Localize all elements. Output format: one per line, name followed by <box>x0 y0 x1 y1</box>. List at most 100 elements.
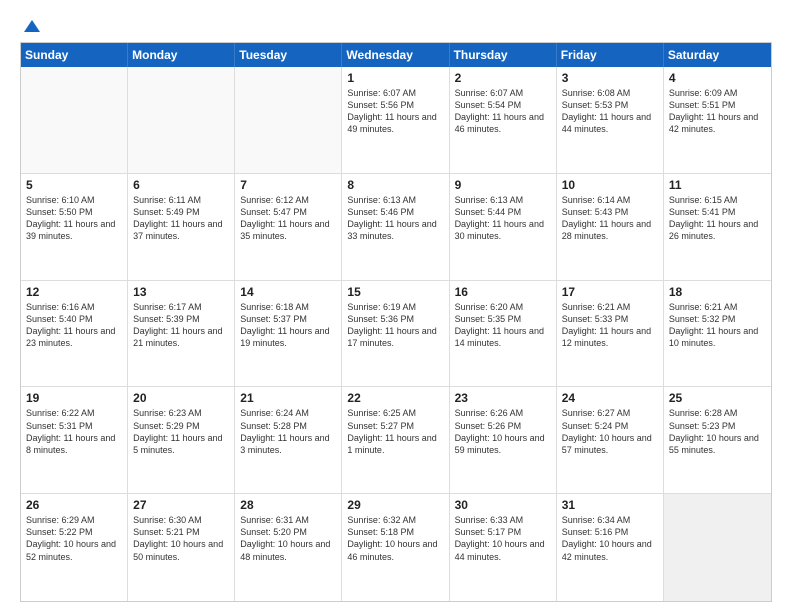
day-number: 9 <box>455 178 551 192</box>
calendar-cell: 26 Sunrise: 6:29 AM Sunset: 5:22 PM Dayli… <box>21 494 128 601</box>
day-number: 31 <box>562 498 658 512</box>
cell-text: Sunrise: 6:16 AM Sunset: 5:40 PM Dayligh… <box>26 301 122 350</box>
calendar-cell: 30Sunrise: 6:33 AM Sunset: 5:17 PM Dayli… <box>450 494 557 601</box>
calendar-row-3: 12 Sunrise: 6:16 AM Sunset: 5:40 PM Dayli… <box>21 281 771 388</box>
day-number: 6 <box>133 178 229 192</box>
calendar-cell: 6 Sunrise: 6:11 AM Sunset: 5:49 PM Daylig… <box>128 174 235 280</box>
calendar-cell: 7Sunrise: 6:12 AM Sunset: 5:47 PM Daylig… <box>235 174 342 280</box>
calendar-cell: 12 Sunrise: 6:16 AM Sunset: 5:40 PM Dayli… <box>21 281 128 387</box>
cell-text: Sunrise: 6:12 AM Sunset: 5:47 PM Dayligh… <box>240 194 336 243</box>
calendar-cell: 16Sunrise: 6:20 AM Sunset: 5:35 PM Dayli… <box>450 281 557 387</box>
calendar-cell: 23 Sunrise: 6:26 AM Sunset: 5:26 PM Dayli… <box>450 387 557 493</box>
calendar-cell: 29 Sunrise: 6:32 AM Sunset: 5:18 PM Dayli… <box>342 494 449 601</box>
cell-text: Sunrise: 6:07 AM Sunset: 5:54 PM Dayligh… <box>455 87 551 136</box>
calendar-cell: 31 Sunrise: 6:34 AM Sunset: 5:16 PM Dayli… <box>557 494 664 601</box>
logo-text <box>20 16 42 36</box>
calendar-cell: 15 Sunrise: 6:19 AM Sunset: 5:36 PM Dayli… <box>342 281 449 387</box>
day-number: 1 <box>347 71 443 85</box>
cell-text: Sunrise: 6:29 AM Sunset: 5:22 PM Dayligh… <box>26 514 122 563</box>
calendar-cell: 18Sunrise: 6:21 AM Sunset: 5:32 PM Dayli… <box>664 281 771 387</box>
cell-text: Sunrise: 6:13 AM Sunset: 5:46 PM Dayligh… <box>347 194 443 243</box>
header-day-tuesday: Tuesday <box>235 43 342 67</box>
day-number: 29 <box>347 498 443 512</box>
header-day-saturday: Saturday <box>664 43 771 67</box>
cell-text: Sunrise: 6:19 AM Sunset: 5:36 PM Dayligh… <box>347 301 443 350</box>
calendar-row-4: 19 Sunrise: 6:22 AM Sunset: 5:31 PM Dayli… <box>21 387 771 494</box>
day-number: 23 <box>455 391 551 405</box>
cell-text: Sunrise: 6:24 AM Sunset: 5:28 PM Dayligh… <box>240 407 336 456</box>
calendar-cell: 20 Sunrise: 6:23 AM Sunset: 5:29 PM Dayli… <box>128 387 235 493</box>
calendar-row-1: 1 Sunrise: 6:07 AM Sunset: 5:56 PM Daylig… <box>21 67 771 174</box>
day-number: 27 <box>133 498 229 512</box>
day-number: 12 <box>26 285 122 299</box>
cell-text: Sunrise: 6:15 AM Sunset: 5:41 PM Dayligh… <box>669 194 766 243</box>
cell-text: Sunrise: 6:13 AM Sunset: 5:44 PM Dayligh… <box>455 194 551 243</box>
calendar-cell: 13 Sunrise: 6:17 AM Sunset: 5:39 PM Dayli… <box>128 281 235 387</box>
calendar-cell: 28 Sunrise: 6:31 AM Sunset: 5:20 PM Dayli… <box>235 494 342 601</box>
calendar-row-5: 26 Sunrise: 6:29 AM Sunset: 5:22 PM Dayli… <box>21 494 771 601</box>
day-number: 20 <box>133 391 229 405</box>
calendar-cell: 24Sunrise: 6:27 AM Sunset: 5:24 PM Dayli… <box>557 387 664 493</box>
logo <box>20 16 42 32</box>
calendar-cell: 19 Sunrise: 6:22 AM Sunset: 5:31 PM Dayli… <box>21 387 128 493</box>
day-number: 16 <box>455 285 551 299</box>
day-number: 24 <box>562 391 658 405</box>
day-number: 17 <box>562 285 658 299</box>
calendar-cell <box>128 67 235 173</box>
cell-text: Sunrise: 6:26 AM Sunset: 5:26 PM Dayligh… <box>455 407 551 456</box>
header-day-friday: Friday <box>557 43 664 67</box>
calendar-cell: 11 Sunrise: 6:15 AM Sunset: 5:41 PM Dayli… <box>664 174 771 280</box>
cell-text: Sunrise: 6:30 AM Sunset: 5:21 PM Dayligh… <box>133 514 229 563</box>
day-number: 19 <box>26 391 122 405</box>
day-number: 4 <box>669 71 766 85</box>
calendar-cell: 27 Sunrise: 6:30 AM Sunset: 5:21 PM Dayli… <box>128 494 235 601</box>
calendar-cell: 25Sunrise: 6:28 AM Sunset: 5:23 PM Dayli… <box>664 387 771 493</box>
day-number: 26 <box>26 498 122 512</box>
day-number: 22 <box>347 391 443 405</box>
day-number: 25 <box>669 391 766 405</box>
calendar-cell: 3Sunrise: 6:08 AM Sunset: 5:53 PM Daylig… <box>557 67 664 173</box>
calendar-cell <box>235 67 342 173</box>
day-number: 30 <box>455 498 551 512</box>
cell-text: Sunrise: 6:32 AM Sunset: 5:18 PM Dayligh… <box>347 514 443 563</box>
cell-text: Sunrise: 6:22 AM Sunset: 5:31 PM Dayligh… <box>26 407 122 456</box>
day-number: 11 <box>669 178 766 192</box>
calendar-row-2: 5 Sunrise: 6:10 AM Sunset: 5:50 PM Daylig… <box>21 174 771 281</box>
header-day-sunday: Sunday <box>21 43 128 67</box>
cell-text: Sunrise: 6:21 AM Sunset: 5:33 PM Dayligh… <box>562 301 658 350</box>
calendar-cell: 10Sunrise: 6:14 AM Sunset: 5:43 PM Dayli… <box>557 174 664 280</box>
cell-text: Sunrise: 6:31 AM Sunset: 5:20 PM Dayligh… <box>240 514 336 563</box>
calendar-cell: 21Sunrise: 6:24 AM Sunset: 5:28 PM Dayli… <box>235 387 342 493</box>
day-number: 13 <box>133 285 229 299</box>
cell-text: Sunrise: 6:07 AM Sunset: 5:56 PM Dayligh… <box>347 87 443 136</box>
cell-text: Sunrise: 6:11 AM Sunset: 5:49 PM Dayligh… <box>133 194 229 243</box>
cell-text: Sunrise: 6:18 AM Sunset: 5:37 PM Dayligh… <box>240 301 336 350</box>
calendar-cell: 17 Sunrise: 6:21 AM Sunset: 5:33 PM Dayli… <box>557 281 664 387</box>
day-number: 8 <box>347 178 443 192</box>
cell-text: Sunrise: 6:34 AM Sunset: 5:16 PM Dayligh… <box>562 514 658 563</box>
header-day-monday: Monday <box>128 43 235 67</box>
calendar-cell: 1 Sunrise: 6:07 AM Sunset: 5:56 PM Daylig… <box>342 67 449 173</box>
calendar-body: 1 Sunrise: 6:07 AM Sunset: 5:56 PM Daylig… <box>21 67 771 601</box>
logo-icon <box>22 16 42 36</box>
calendar-cell <box>664 494 771 601</box>
day-number: 28 <box>240 498 336 512</box>
day-number: 14 <box>240 285 336 299</box>
day-number: 10 <box>562 178 658 192</box>
cell-text: Sunrise: 6:23 AM Sunset: 5:29 PM Dayligh… <box>133 407 229 456</box>
calendar-cell: 9 Sunrise: 6:13 AM Sunset: 5:44 PM Daylig… <box>450 174 557 280</box>
calendar-cell: 2Sunrise: 6:07 AM Sunset: 5:54 PM Daylig… <box>450 67 557 173</box>
cell-text: Sunrise: 6:21 AM Sunset: 5:32 PM Dayligh… <box>669 301 766 350</box>
day-number: 3 <box>562 71 658 85</box>
cell-text: Sunrise: 6:10 AM Sunset: 5:50 PM Dayligh… <box>26 194 122 243</box>
header <box>20 16 772 32</box>
day-number: 15 <box>347 285 443 299</box>
calendar-cell: 4 Sunrise: 6:09 AM Sunset: 5:51 PM Daylig… <box>664 67 771 173</box>
cell-text: Sunrise: 6:09 AM Sunset: 5:51 PM Dayligh… <box>669 87 766 136</box>
calendar-cell <box>21 67 128 173</box>
cell-text: Sunrise: 6:17 AM Sunset: 5:39 PM Dayligh… <box>133 301 229 350</box>
day-number: 5 <box>26 178 122 192</box>
calendar-header: SundayMondayTuesdayWednesdayThursdayFrid… <box>21 43 771 67</box>
calendar-cell: 8 Sunrise: 6:13 AM Sunset: 5:46 PM Daylig… <box>342 174 449 280</box>
cell-text: Sunrise: 6:25 AM Sunset: 5:27 PM Dayligh… <box>347 407 443 456</box>
